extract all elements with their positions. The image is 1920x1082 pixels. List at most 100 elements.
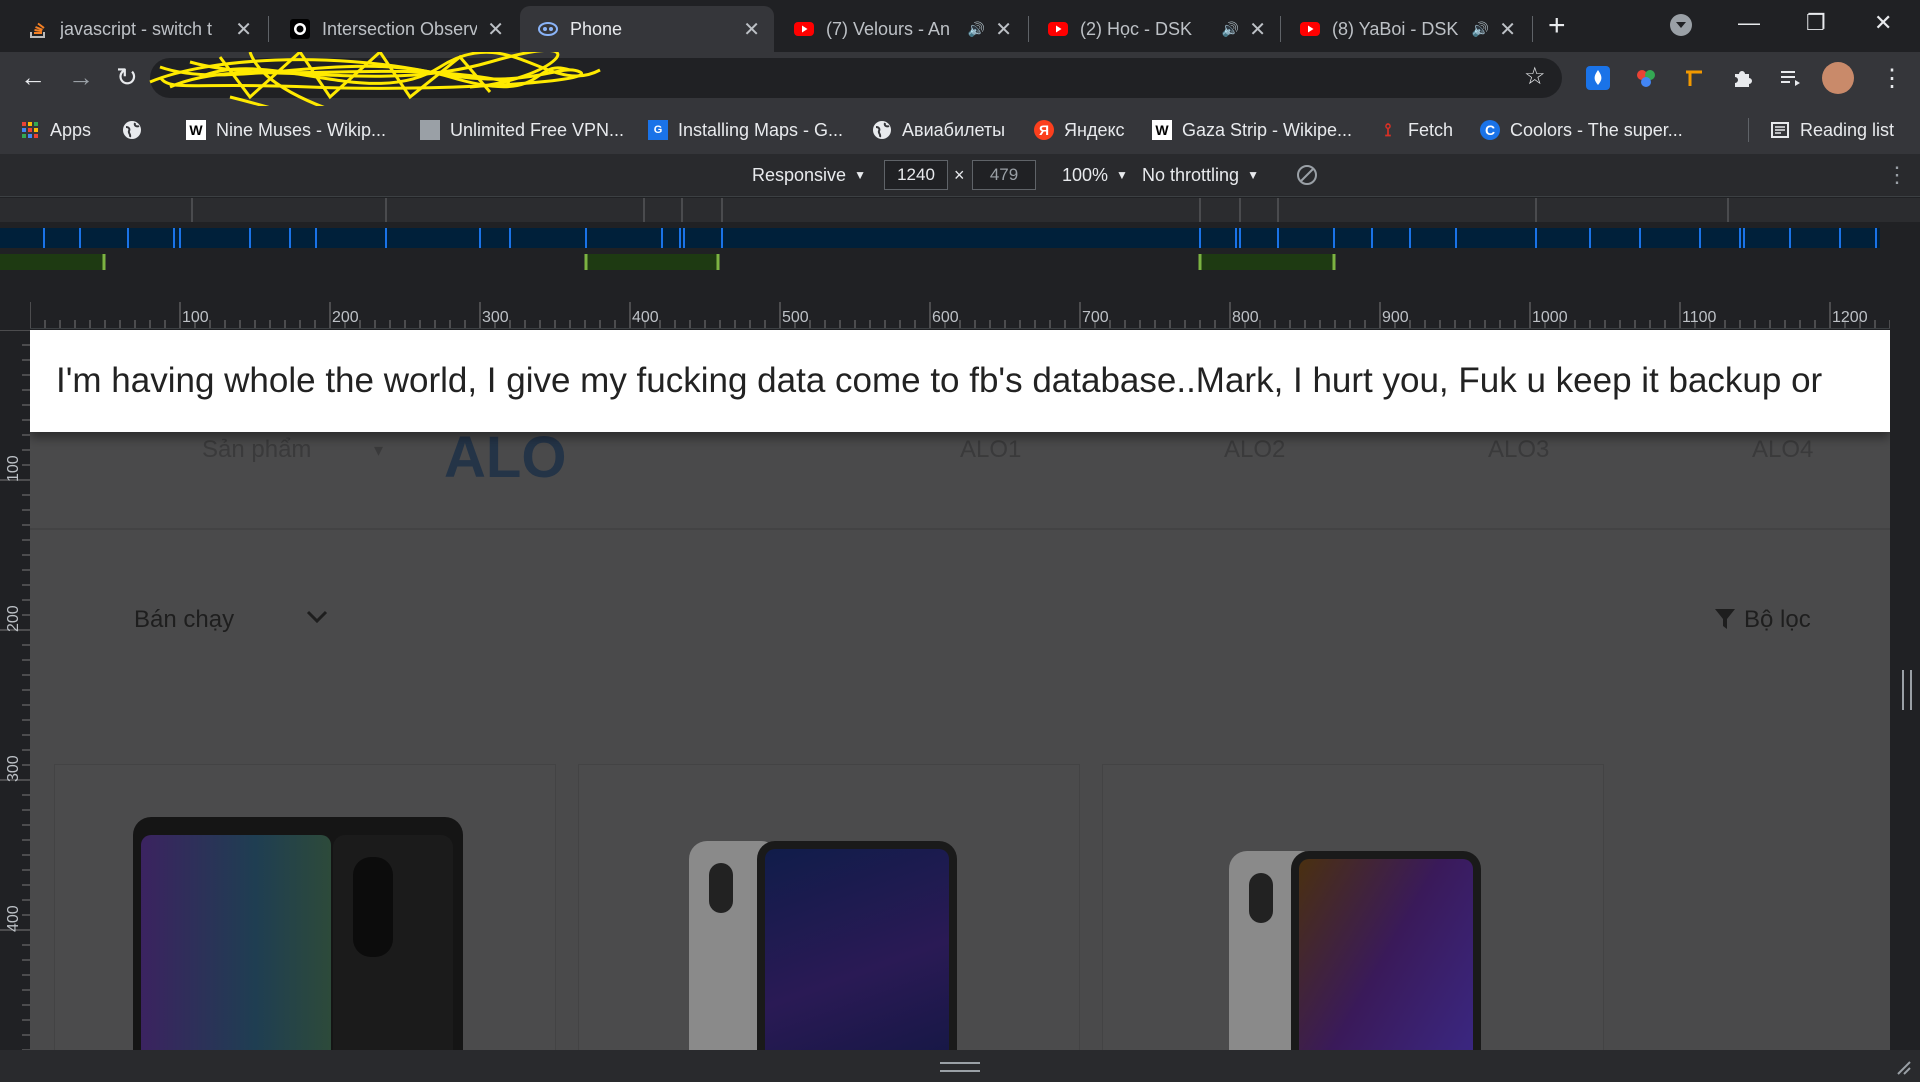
extensions-puzzle-icon[interactable]	[1730, 66, 1754, 90]
audio-playing-icon[interactable]: 🔊	[1472, 21, 1489, 38]
bookmark-yandex[interactable]: Я Яндекс	[1034, 106, 1125, 154]
tab-intersection-observer[interactable]: Intersection Observ ✕	[272, 6, 518, 52]
close-icon[interactable]: ✕	[235, 17, 252, 42]
close-icon[interactable]: ✕	[1499, 17, 1516, 42]
corner-resize-icon[interactable]	[1894, 1058, 1912, 1076]
tab-search-icon[interactable]	[1670, 14, 1692, 36]
bookmark-fetch[interactable]: ⟟ Fetch	[1378, 106, 1453, 154]
bottom-resize-handle[interactable]	[940, 1062, 980, 1072]
device-mode-select[interactable]: Responsive ▼	[752, 154, 866, 196]
chevron-down-icon[interactable]: ▾	[374, 440, 383, 461]
wikipedia-icon: W	[1152, 120, 1172, 140]
tab-strip: javascript - switch t ✕ Intersection Obs…	[0, 0, 1920, 52]
extension-ruler-icon[interactable]	[1682, 66, 1706, 90]
close-icon[interactable]: ✕	[995, 17, 1012, 42]
more-options-icon[interactable]: ⋮	[1886, 162, 1908, 188]
throttling-select[interactable]: No throttling ▼	[1142, 154, 1259, 196]
emulated-viewport[interactable]: I'm having whole the world, I give my fu…	[30, 330, 1890, 1050]
product-card[interactable]	[54, 764, 556, 1050]
coolors-icon: C	[1480, 120, 1500, 140]
device-toolbar: Responsive ▼ 1240 × 479 100% ▼ No thrott…	[0, 154, 1920, 197]
ruler-label: 1100	[1682, 309, 1717, 326]
close-window-button[interactable]: ✕	[1874, 10, 1892, 36]
ruler-label: 200	[332, 309, 359, 326]
caret-down-icon: ▼	[854, 168, 866, 182]
nav-alo1[interactable]: ALO1	[960, 436, 1021, 464]
tab-phone[interactable]: Phone ✕	[520, 6, 774, 52]
close-icon[interactable]: ✕	[1249, 17, 1266, 42]
tab-separator	[1532, 16, 1533, 42]
sort-select[interactable]: Bán chạy	[134, 606, 234, 634]
rotate-icon[interactable]	[1296, 164, 1318, 186]
dimension-times: ×	[954, 164, 965, 185]
apps-grid-icon	[22, 122, 38, 138]
tab-velours[interactable]: (7) Velours - An 🔊 ✕	[776, 6, 1026, 52]
bookmark-coolors[interactable]: C Coolors - The super...	[1480, 106, 1683, 154]
ruler-label: 100	[5, 455, 22, 482]
minimize-button[interactable]: —	[1738, 10, 1760, 36]
reading-list-button[interactable]: Reading list	[1770, 106, 1894, 154]
media-query-bar-min	[0, 252, 1920, 272]
ruler-label: 800	[1232, 309, 1259, 326]
viewport-resize-handle[interactable]	[1902, 670, 1912, 710]
nav-alo3[interactable]: ALO3	[1488, 436, 1549, 464]
bookmark-installing-maps[interactable]: G Installing Maps - G...	[648, 106, 843, 154]
product-card[interactable]	[1102, 764, 1604, 1050]
profile-avatar[interactable]	[1822, 62, 1854, 94]
bookmark-star-icon[interactable]: ☆	[1524, 62, 1546, 91]
width-input[interactable]: 1240	[884, 160, 948, 190]
tab-title: (8) YaBoi - DSK	[1332, 18, 1459, 39]
bookmark-nine-muses[interactable]: W Nine Muses - Wikip...	[186, 106, 386, 154]
close-icon[interactable]: ✕	[743, 17, 760, 42]
bookmark-apps[interactable]: Apps	[20, 106, 91, 154]
height-input[interactable]: 479	[972, 160, 1036, 190]
extension-color-wheel-icon[interactable]	[1634, 66, 1658, 90]
bookmark-aviabilety[interactable]: Авиабилеты	[872, 106, 1005, 154]
bookmark-gaza-strip[interactable]: W Gaza Strip - Wikipe...	[1152, 106, 1352, 154]
github-icon	[290, 19, 310, 39]
forward-button[interactable]: →	[68, 62, 94, 93]
yandex-icon: Я	[1034, 120, 1054, 140]
horizontal-ruler: 100 200 300 400 500 600 700 800 900 1000…	[30, 302, 1890, 329]
chevron-down-icon[interactable]	[306, 610, 328, 624]
bookmarks-divider	[1748, 118, 1749, 142]
filter-label: Bộ lọc	[1744, 606, 1811, 633]
stackoverflow-icon	[30, 22, 45, 38]
nav-alo2[interactable]: ALO2	[1224, 436, 1285, 464]
bookmark-label: Nine Muses - Wikip...	[216, 119, 387, 140]
maps-icon: G	[648, 120, 668, 140]
audio-playing-icon[interactable]: 🔊	[968, 21, 985, 38]
new-tab-button[interactable]: +	[1548, 9, 1566, 43]
bookmark-label: Авиабилеты	[902, 119, 1006, 140]
media-query-bar-max	[0, 198, 1920, 222]
caret-down-icon: ▼	[1247, 168, 1259, 182]
device-mode-label: Responsive	[752, 164, 847, 185]
reading-list-icon	[1771, 122, 1789, 138]
tab-separator	[1028, 16, 1029, 42]
nav-product[interactable]: Sản phẩm	[202, 436, 311, 464]
bookmark-vpn[interactable]: Unlimited Free VPN...	[420, 106, 624, 154]
bookmark-label: Gaza Strip - Wikipe...	[1182, 119, 1353, 140]
youtube-icon	[794, 22, 814, 36]
ruler-label: 400	[632, 309, 659, 326]
audio-playing-icon[interactable]: 🔊	[1222, 21, 1239, 38]
restore-button[interactable]: ❐	[1806, 10, 1826, 36]
zoom-select[interactable]: 100% ▼	[1062, 154, 1128, 196]
tab-title: Intersection Observ	[322, 18, 478, 39]
extension-droplet-icon[interactable]	[1586, 66, 1610, 90]
ruler-label: 700	[1082, 309, 1109, 326]
media-queue-icon[interactable]	[1778, 66, 1802, 90]
tab-javascript[interactable]: javascript - switch t ✕	[10, 6, 266, 52]
nav-alo4[interactable]: ALO4	[1752, 436, 1813, 464]
tab-yaboi-dsk[interactable]: (8) YaBoi - DSK 🔊 ✕	[1282, 6, 1530, 52]
product-card[interactable]	[578, 764, 1080, 1050]
filter-button[interactable]: Bộ lọc	[1714, 606, 1811, 634]
bookmark-globe[interactable]	[122, 106, 152, 154]
site-logo[interactable]: ALO	[444, 424, 566, 491]
zoom-label: 100%	[1062, 164, 1109, 185]
browser-menu-icon[interactable]: ⋮	[1880, 64, 1904, 93]
vpn-icon	[420, 120, 440, 140]
close-icon[interactable]: ✕	[487, 17, 504, 42]
tab-hoc-dsk[interactable]: (2) Học - DSK 🔊 ✕	[1030, 6, 1280, 52]
back-button[interactable]: ←	[20, 62, 46, 93]
